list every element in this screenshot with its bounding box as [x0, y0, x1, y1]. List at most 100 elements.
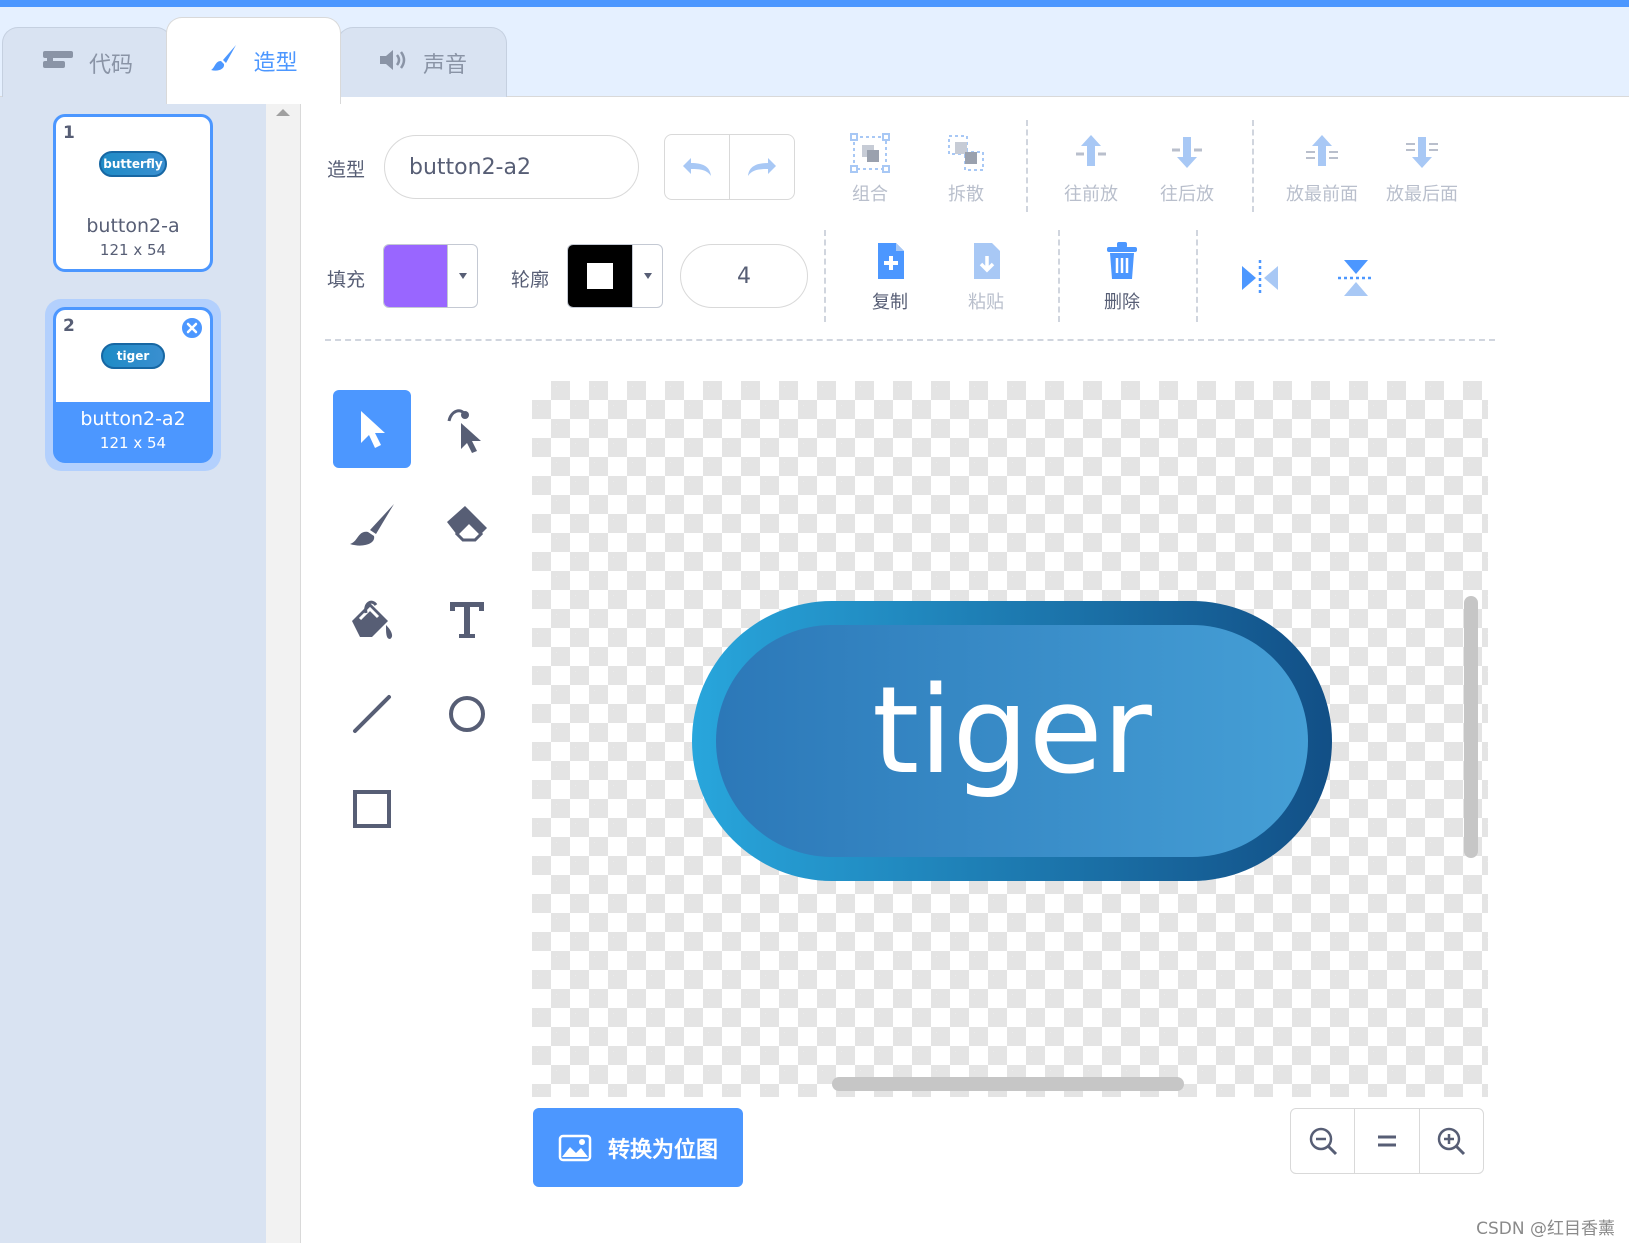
watermark: CSDN @红目香薰 — [1476, 1219, 1615, 1239]
zoom-controls — [1290, 1108, 1484, 1174]
flip-vertical-button[interactable] — [1334, 256, 1378, 300]
group-button[interactable]: 组合 — [840, 132, 900, 206]
flip-vertical-icon — [1338, 260, 1374, 296]
outline-dropdown-arrow-icon — [632, 245, 662, 307]
top-accent-bar — [0, 0, 1629, 7]
costume-thumbnail: tiger — [101, 343, 165, 369]
equals-icon — [1377, 1135, 1396, 1147]
costume-number: 2 — [63, 316, 75, 336]
brush-tool[interactable] — [333, 485, 411, 563]
rectangle-icon — [353, 790, 391, 828]
send-to-back-label: 放最后面 — [1386, 184, 1458, 205]
eraser-icon — [447, 506, 487, 542]
fill-color-swatch — [384, 245, 447, 307]
toolbar-separator — [1196, 230, 1198, 322]
zoom-out-icon — [1309, 1127, 1337, 1156]
costume-tile-2[interactable]: 2 tiger button2-a2 121 x 54 — [53, 307, 213, 463]
costume-name: button2-a2 — [80, 408, 186, 430]
costume-name: button2-a — [86, 215, 180, 237]
flip-horizontal-button[interactable] — [1238, 256, 1282, 300]
toolbar-separator — [824, 230, 826, 322]
circle-tool[interactable] — [428, 675, 506, 753]
arrow-cursor-icon — [361, 411, 385, 448]
costume-name-input[interactable] — [384, 135, 639, 199]
toolbar-separator — [1026, 120, 1028, 212]
tab-bar: 代码 造型 声音 — [0, 7, 1629, 104]
tab-costumes[interactable]: 造型 — [166, 17, 341, 104]
forward-icon — [1076, 135, 1106, 166]
copy-label: 复制 — [872, 292, 908, 313]
delete-costume-icon[interactable] — [180, 316, 204, 340]
flip-horizontal-icon — [1242, 260, 1278, 296]
zoom-out-button[interactable] — [1291, 1109, 1356, 1173]
canvas-vertical-scrollbar[interactable] — [1464, 596, 1478, 858]
line-icon — [353, 695, 391, 733]
fill-tool[interactable] — [333, 580, 411, 658]
paint-canvas[interactable]: tiger — [532, 381, 1488, 1097]
bring-to-front-button[interactable]: 放最前面 — [1277, 132, 1367, 206]
forward-label: 往前放 — [1064, 184, 1118, 205]
costume-thumbnail: butterfly — [99, 151, 167, 177]
convert-to-bitmap-button[interactable]: 转换为位图 — [533, 1108, 743, 1187]
copy-button[interactable]: 复制 — [858, 240, 922, 314]
redo-icon — [748, 158, 776, 176]
reshape-icon — [447, 409, 481, 453]
text-tool[interactable] — [428, 580, 506, 658]
convert-to-bitmap-label: 转换为位图 — [607, 1137, 718, 1163]
outline-width-input[interactable] — [680, 244, 808, 308]
outline-label: 轮廓 — [511, 269, 550, 291]
forward-button[interactable]: 往前放 — [1055, 132, 1127, 206]
paintbrush-icon — [209, 43, 239, 79]
costume-tile-1[interactable]: 1 butterfly button2-a 121 x 54 — [53, 114, 213, 272]
fill-color-picker[interactable] — [383, 244, 478, 308]
send-to-back-icon — [1406, 137, 1438, 168]
undo-icon — [683, 158, 711, 176]
delete-label: 删除 — [1104, 292, 1140, 313]
bring-to-front-icon — [1306, 135, 1338, 166]
zoom-in-icon — [1438, 1127, 1466, 1156]
tab-costumes-label: 造型 — [253, 51, 298, 76]
tab-code[interactable]: 代码 — [2, 27, 172, 97]
costume-number: 1 — [63, 123, 75, 143]
paste-button[interactable]: 粘贴 — [954, 240, 1018, 314]
eraser-tool[interactable] — [428, 485, 506, 563]
speaker-icon — [377, 47, 409, 79]
reshape-tool[interactable] — [428, 390, 506, 468]
paintbrush-icon — [350, 504, 394, 546]
select-tool[interactable] — [333, 390, 411, 468]
scroll-up-arrow-icon[interactable] — [275, 107, 291, 117]
paint-bucket-icon — [352, 600, 393, 639]
paste-label: 粘贴 — [968, 292, 1004, 313]
redo-button[interactable] — [730, 135, 794, 199]
outline-color-picker[interactable] — [567, 244, 663, 308]
trash-icon — [1107, 242, 1137, 279]
send-to-back-button[interactable]: 放最后面 — [1377, 132, 1467, 206]
backward-icon — [1172, 137, 1202, 168]
undo-button[interactable] — [665, 135, 730, 199]
costume-name-label: 造型 — [327, 159, 366, 181]
line-tool[interactable] — [333, 675, 411, 753]
zoom-in-button[interactable] — [1420, 1109, 1483, 1173]
copy-icon — [878, 243, 904, 279]
zoom-reset-button[interactable] — [1355, 1109, 1420, 1173]
toolbar-separator — [1058, 230, 1060, 322]
code-blocks-icon — [41, 48, 75, 78]
rectangle-tool[interactable] — [333, 770, 411, 848]
group-icon — [850, 133, 890, 173]
group-label: 组合 — [852, 184, 888, 205]
backward-label: 往后放 — [1160, 184, 1214, 205]
tab-sounds[interactable]: 声音 — [337, 27, 507, 97]
costume-size: 121 x 54 — [99, 241, 167, 259]
costume-size: 121 x 54 — [99, 434, 167, 452]
text-t-icon — [450, 602, 484, 638]
outline-color-swatch — [568, 245, 632, 307]
undo-redo-group — [664, 134, 795, 200]
backward-button[interactable]: 往后放 — [1151, 132, 1223, 206]
toolbar-divider — [325, 339, 1495, 341]
delete-button[interactable]: 删除 — [1090, 240, 1154, 314]
circle-icon — [449, 696, 485, 732]
toolbar-separator — [1252, 120, 1254, 212]
costume-list-scrollbar[interactable] — [266, 97, 301, 1243]
canvas-horizontal-scrollbar[interactable] — [832, 1077, 1184, 1091]
ungroup-button[interactable]: 拆散 — [936, 132, 996, 206]
